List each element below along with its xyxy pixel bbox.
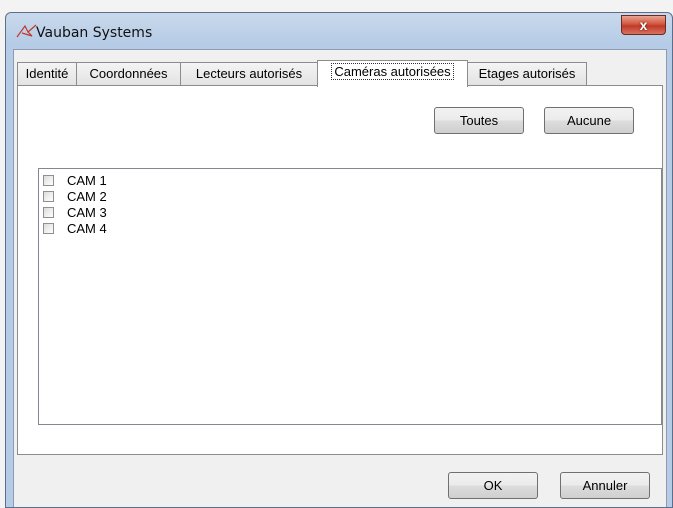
camera-checklist[interactable]: CAM 1 CAM 2 CAM 3 CAM 4 <box>38 168 662 425</box>
tab-coordonnees[interactable]: Coordonnées <box>76 62 181 85</box>
camera-label: CAM 3 <box>67 205 107 220</box>
app-logo-icon <box>16 24 37 38</box>
tab-cameras-autorisees[interactable]: Caméras autorisées <box>317 60 468 87</box>
dialog-window: Vauban Systems x Identité Coordonnées Le… <box>5 12 673 508</box>
camera-label: CAM 2 <box>67 189 107 204</box>
dialog-client-area: Identité Coordonnées Lecteurs autorisés … <box>13 49 667 507</box>
checkbox[interactable] <box>43 175 54 186</box>
title-bar[interactable]: Vauban Systems x <box>6 13 672 49</box>
tab-etages-autorises[interactable]: Etages autorisés <box>467 62 587 85</box>
camera-label: CAM 1 <box>67 173 107 188</box>
camera-label: CAM 4 <box>67 221 107 236</box>
window-title: Vauban Systems <box>36 25 153 41</box>
select-all-button[interactable]: Toutes <box>434 107 524 134</box>
close-button[interactable]: x <box>621 15 666 35</box>
select-none-button[interactable]: Aucune <box>544 107 634 134</box>
tab-identite[interactable]: Identité <box>17 62 77 85</box>
ok-button[interactable]: OK <box>448 472 538 499</box>
tab-label: Etages autorisés <box>478 66 576 81</box>
checkbox[interactable] <box>43 207 54 218</box>
tab-label: Lecteurs autorisés <box>195 66 303 81</box>
tab-label: Caméras autorisées <box>331 63 454 80</box>
cancel-button[interactable]: Annuler <box>560 472 650 499</box>
close-icon: x <box>639 17 648 33</box>
checkbox[interactable] <box>43 223 54 234</box>
tab-label: Identité <box>25 66 69 81</box>
checkbox[interactable] <box>43 191 54 202</box>
tab-panel-cameras: Toutes Aucune CAM 1 CAM 2 CAM 3 CAM 4 <box>17 85 663 455</box>
tab-lecteurs-autorises[interactable]: Lecteurs autorisés <box>180 62 318 85</box>
tab-label: Coordonnées <box>89 66 168 81</box>
